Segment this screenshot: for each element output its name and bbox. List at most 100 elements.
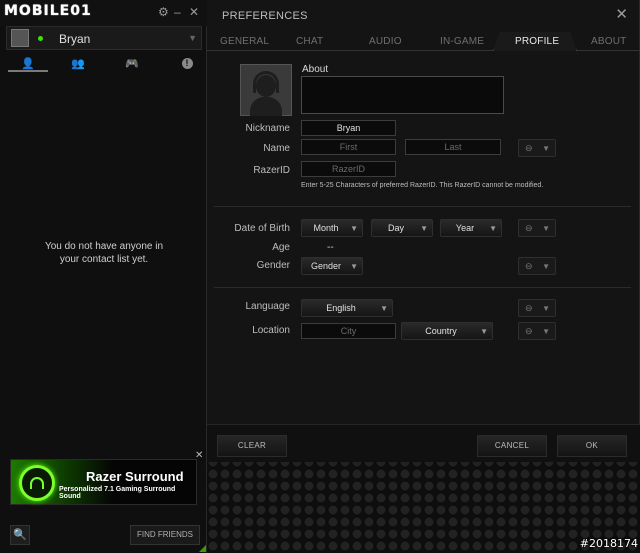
tab-games[interactable]: 🎮 bbox=[107, 54, 157, 72]
chevron-down-icon: ▼ bbox=[489, 224, 497, 233]
user-status-selector[interactable]: Bryan ▼ bbox=[6, 26, 202, 50]
chevron-down-icon: ▼ bbox=[542, 304, 550, 313]
dialog-footer: CLEAR CANCEL OK bbox=[207, 424, 640, 462]
country-value: Country bbox=[425, 326, 457, 336]
year-dropdown[interactable]: Year ▼ bbox=[440, 219, 502, 237]
find-friends-button[interactable]: FIND FRIENDS bbox=[130, 525, 200, 545]
search-button[interactable]: 🔍 bbox=[10, 525, 30, 545]
chevron-down-icon: ▼ bbox=[350, 262, 358, 271]
about-label: About bbox=[302, 64, 329, 75]
chevron-down-icon: ▼ bbox=[480, 327, 488, 336]
tab-groups[interactable]: 👥 bbox=[53, 54, 103, 72]
preferences-tabs: GENERAL CHAT AUDIO IN-GAME PROFILE ABOUT bbox=[207, 32, 640, 51]
gender-dropdown[interactable]: Gender ▼ bbox=[301, 257, 363, 275]
watermark: #2018174 bbox=[579, 537, 638, 550]
dob-privacy-dropdown[interactable]: ⊖ ▼ bbox=[518, 219, 556, 237]
dob-label: Date of Birth bbox=[234, 223, 290, 234]
chevron-down-icon: ▼ bbox=[420, 224, 428, 233]
dialog-title: PREFERENCES bbox=[222, 10, 308, 22]
tab-about[interactable]: ABOUT bbox=[591, 36, 626, 47]
day-dropdown[interactable]: Day ▼ bbox=[371, 219, 433, 237]
gender-label: Gender bbox=[256, 260, 290, 271]
tab-general[interactable]: GENERAL bbox=[220, 36, 269, 47]
day-value: Day bbox=[387, 223, 404, 233]
month-value: Month bbox=[313, 223, 339, 233]
headphone-logo-icon bbox=[19, 465, 55, 501]
contacts-panel: MOBILE01 ⚙ – ✕ Bryan ▼ 👤 👥 🎮 ! You do no… bbox=[0, 0, 207, 553]
nickname-field[interactable]: Bryan bbox=[301, 120, 396, 136]
about-textarea[interactable] bbox=[301, 76, 504, 114]
chevron-down-icon: ▼ bbox=[188, 33, 197, 43]
razerid-field[interactable]: RazerID bbox=[301, 161, 396, 177]
ok-button[interactable]: OK bbox=[557, 435, 627, 457]
empty-message-line2: your contact list yet. bbox=[59, 254, 149, 265]
chevron-down-icon: ▼ bbox=[542, 144, 550, 153]
chevron-down-icon: ▼ bbox=[542, 327, 550, 336]
tab-in-game[interactable]: IN-GAME bbox=[440, 36, 484, 47]
close-icon[interactable]: ✕ bbox=[189, 6, 199, 18]
privacy-icon: ⊖ bbox=[525, 223, 533, 233]
language-privacy-dropdown[interactable]: ⊖ ▼ bbox=[518, 299, 556, 317]
first-name-field[interactable]: First bbox=[301, 139, 396, 155]
avatar bbox=[11, 29, 29, 47]
ad-subtitle: Personalized 7.1 Gaming Surround Sound bbox=[59, 486, 176, 500]
ad-title: Razer Surround bbox=[86, 469, 184, 484]
gender-value: Gender bbox=[310, 261, 342, 271]
clear-button[interactable]: CLEAR bbox=[217, 435, 287, 457]
privacy-icon: ⊖ bbox=[525, 303, 533, 313]
last-name-field[interactable]: Last bbox=[405, 139, 501, 155]
gamepad-icon: 🎮 bbox=[125, 57, 139, 70]
razerid-hint: Enter 5-25 Characters of preferred Razer… bbox=[301, 182, 544, 189]
tab-chat[interactable]: CHAT bbox=[296, 36, 323, 47]
city-field[interactable]: City bbox=[301, 323, 396, 339]
logo: MOBILE01 bbox=[4, 3, 92, 19]
minimize-icon[interactable]: – bbox=[174, 6, 181, 18]
search-icon: 🔍 bbox=[13, 529, 27, 541]
preferences-dialog: PREFERENCES ✕ GENERAL CHAT AUDIO IN-GAME… bbox=[207, 0, 640, 462]
chevron-down-icon: ▼ bbox=[542, 224, 550, 233]
online-status-icon bbox=[38, 36, 43, 41]
privacy-icon: ⊖ bbox=[525, 261, 533, 271]
language-label: Language bbox=[245, 301, 291, 312]
year-value: Year bbox=[455, 223, 475, 233]
chevron-down-icon: ▼ bbox=[380, 304, 388, 313]
divider bbox=[214, 287, 631, 288]
bottom-bar: 🔍 FIND FRIENDS bbox=[6, 522, 202, 548]
chevron-down-icon: ▼ bbox=[350, 224, 358, 233]
profile-avatar[interactable] bbox=[240, 64, 292, 116]
language-value: English bbox=[326, 303, 356, 313]
active-tab-indicator bbox=[8, 70, 48, 72]
preferences-area: PREFERENCES ✕ GENERAL CHAT AUDIO IN-GAME… bbox=[207, 0, 640, 553]
language-dropdown[interactable]: English ▼ bbox=[301, 299, 393, 317]
contact-tabs: 👤 👥 🎮 ! bbox=[0, 54, 207, 72]
resize-grip-icon[interactable] bbox=[199, 545, 206, 552]
name-privacy-dropdown[interactable]: ⊖ ▼ bbox=[518, 139, 556, 157]
gender-privacy-dropdown[interactable]: ⊖ ▼ bbox=[518, 257, 556, 275]
group-icon: 👥 bbox=[71, 57, 85, 70]
empty-message-line1: You do not have anyone in bbox=[44, 241, 164, 252]
privacy-icon: ⊖ bbox=[525, 143, 533, 153]
tab-profile[interactable]: PROFILE bbox=[515, 36, 559, 47]
info-icon: ! bbox=[181, 57, 193, 69]
name-label: Name bbox=[263, 143, 290, 154]
person-icon: 👤 bbox=[21, 57, 35, 70]
tab-info[interactable]: ! bbox=[162, 54, 212, 72]
empty-contacts-message: You do not have anyone in your contact l… bbox=[10, 240, 198, 266]
gear-icon[interactable]: ⚙ bbox=[158, 6, 169, 18]
tab-audio[interactable]: AUDIO bbox=[369, 36, 402, 47]
close-icon[interactable]: ✕ bbox=[615, 5, 628, 23]
age-label: Age bbox=[272, 242, 290, 253]
location-label: Location bbox=[252, 325, 290, 336]
razerid-label: RazerID bbox=[253, 165, 290, 176]
country-dropdown[interactable]: Country ▼ bbox=[401, 322, 493, 340]
razer-surround-ad[interactable]: Razer Surround Personalized 7.1 Gaming S… bbox=[10, 459, 197, 505]
month-dropdown[interactable]: Month ▼ bbox=[301, 219, 363, 237]
cancel-button[interactable]: CANCEL bbox=[477, 435, 547, 457]
age-value: -- bbox=[327, 242, 334, 253]
divider bbox=[214, 206, 631, 207]
location-privacy-dropdown[interactable]: ⊖ ▼ bbox=[518, 322, 556, 340]
privacy-icon: ⊖ bbox=[525, 326, 533, 336]
user-name: Bryan bbox=[59, 32, 91, 46]
title-bar: MOBILE01 ⚙ – ✕ bbox=[0, 0, 207, 26]
chevron-down-icon: ▼ bbox=[542, 262, 550, 271]
